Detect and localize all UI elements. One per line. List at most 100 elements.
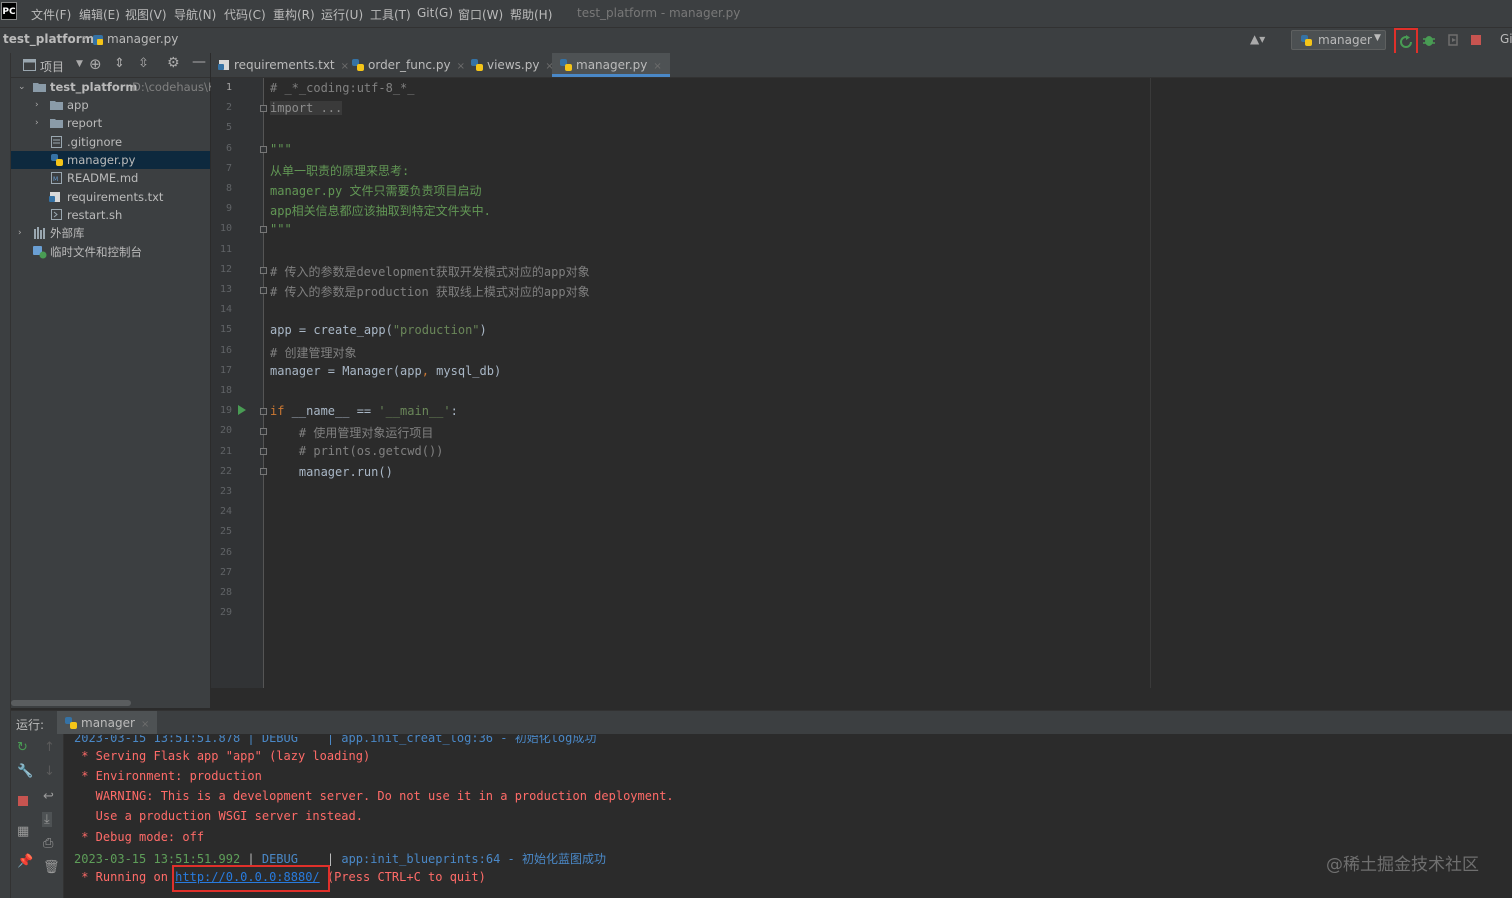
- coverage-icon[interactable]: [1446, 33, 1460, 47]
- git-label[interactable]: Gi: [1500, 32, 1512, 46]
- tree-item-requirements[interactable]: requirements.txt: [11, 188, 210, 206]
- tab-label: order_func.py: [368, 58, 451, 72]
- tree-item-scratches[interactable]: 临时文件和控制台: [11, 243, 210, 261]
- chevron-down-icon: ⌄: [18, 82, 26, 92]
- wrench-icon[interactable]: 🔧: [17, 764, 33, 779]
- line-number: 12: [219, 264, 232, 275]
- tree-item-gitignore[interactable]: .gitignore: [11, 133, 210, 151]
- pin-icon[interactable]: 📌: [17, 854, 33, 869]
- project-icon: [23, 59, 36, 71]
- tab-label: views.py: [487, 58, 540, 72]
- tree-item-report[interactable]: › report: [11, 114, 210, 132]
- soft-wrap-icon[interactable]: ↩: [43, 789, 54, 804]
- run-toolbar-secondary: ↑ ↓ ↩ ⤓ ⎙ 🗑: [37, 734, 64, 898]
- tab-views[interactable]: views.py ×: [471, 53, 554, 77]
- menu-navigate[interactable]: 导航(N): [174, 6, 216, 23]
- menu-refactor[interactable]: 重构(R): [273, 6, 315, 23]
- python-file-icon: [93, 35, 103, 45]
- tree-item-restart-sh[interactable]: restart.sh: [11, 206, 210, 224]
- project-panel-title[interactable]: 项目: [40, 58, 64, 75]
- code-editor[interactable]: [264, 78, 1512, 688]
- debug-icon[interactable]: [1422, 33, 1436, 47]
- menu-file[interactable]: 文件(F): [31, 6, 71, 23]
- arrow-up-icon[interactable]: ↑: [44, 740, 55, 755]
- tab-order-func[interactable]: order_func.py ×: [352, 53, 465, 77]
- gear-icon[interactable]: ⚙: [167, 55, 180, 71]
- hide-icon[interactable]: —: [192, 54, 206, 70]
- tree-item-external-libs[interactable]: › 外部库: [11, 224, 210, 242]
- fold-marker[interactable]: [260, 408, 267, 415]
- close-icon[interactable]: ×: [141, 719, 149, 730]
- rerun-icon[interactable]: ↻: [17, 740, 28, 755]
- tab-manager[interactable]: manager.py ×: [552, 53, 670, 77]
- layout-icon[interactable]: ▦: [17, 824, 29, 839]
- tree-item-app[interactable]: › app: [11, 96, 210, 114]
- fold-marker[interactable]: [260, 267, 267, 274]
- navigation-bar: test_platform › manager.py ▲▾ manager ▼ …: [0, 27, 1512, 58]
- menu-tools[interactable]: 工具(T): [370, 6, 411, 23]
- run-tab-manager[interactable]: manager ×: [57, 711, 158, 735]
- locate-icon[interactable]: ⊕: [89, 55, 102, 73]
- menu-run[interactable]: 运行(U): [321, 6, 363, 23]
- tree-item-label: README.md: [67, 171, 139, 185]
- console-text: * Running on: [74, 870, 176, 884]
- console-line: * Environment: production: [74, 769, 262, 783]
- url-highlight-box: [172, 865, 330, 892]
- tree-item-label: app: [67, 98, 89, 112]
- line-number: 25: [219, 526, 232, 537]
- stop-button[interactable]: [1471, 35, 1481, 45]
- horizontal-scrollbar[interactable]: [11, 700, 131, 706]
- breadcrumb-file[interactable]: manager.py: [107, 32, 178, 46]
- fold-marker[interactable]: [260, 287, 267, 294]
- menu-git[interactable]: Git(G): [417, 6, 453, 20]
- fold-marker[interactable]: [260, 146, 267, 153]
- collapse-all-icon[interactable]: ⇳: [138, 56, 149, 71]
- chevron-right-icon: ›: [18, 228, 22, 238]
- tree-item-label: 临时文件和控制台: [50, 245, 142, 259]
- expand-all-icon[interactable]: ⇕: [114, 56, 125, 71]
- log-timestamp: 2023-03-15 13:51:51.992: [74, 852, 241, 866]
- code-line: # 传入的参数是production 获取线上模式对应的app对象: [270, 285, 590, 299]
- scroll-to-end-icon[interactable]: ⤓: [42, 812, 52, 827]
- window-title: test_platform - manager.py: [577, 6, 741, 20]
- menu-help[interactable]: 帮助(H): [510, 6, 552, 23]
- menu-view[interactable]: 视图(V): [125, 6, 167, 23]
- breadcrumb-project[interactable]: test_platform: [3, 32, 94, 46]
- fold-marker[interactable]: [260, 468, 267, 475]
- close-icon[interactable]: ×: [341, 61, 349, 72]
- project-tree: ⌄ test_platform D:\codehaus\K › app › re…: [11, 78, 215, 708]
- line-number: 26: [219, 547, 232, 558]
- tree-item-readme[interactable]: M README.md: [11, 169, 210, 187]
- fold-marker[interactable]: [260, 105, 267, 112]
- arrow-down-icon[interactable]: ↓: [44, 764, 55, 779]
- fold-marker[interactable]: [260, 448, 267, 455]
- menu-code[interactable]: 代码(C): [224, 6, 266, 23]
- code-text: :: [450, 404, 458, 418]
- chevron-down-icon[interactable]: ▼: [76, 59, 83, 69]
- print-icon[interactable]: ⎙: [43, 836, 53, 851]
- run-configuration-label: manager: [1318, 33, 1372, 47]
- line-number: 17: [219, 365, 232, 376]
- close-icon[interactable]: ×: [457, 61, 465, 72]
- fold-marker[interactable]: [260, 428, 267, 435]
- run-gutter-icon[interactable]: [238, 405, 246, 415]
- user-icon[interactable]: ▲▾: [1250, 32, 1265, 46]
- tree-root[interactable]: ⌄ test_platform D:\codehaus\K: [11, 78, 215, 96]
- line-number: 14: [219, 304, 232, 315]
- editor-tabs: requirements.txt × order_func.py × views.p…: [211, 53, 1512, 78]
- console-line: * Debug mode: off: [74, 830, 205, 844]
- menu-window[interactable]: 窗口(W): [458, 6, 503, 23]
- stop-icon[interactable]: [18, 796, 28, 806]
- line-number: 8: [225, 183, 232, 194]
- run-tab-label: manager: [81, 716, 135, 730]
- tree-item-manager-py[interactable]: manager.py: [11, 151, 210, 169]
- fold-marker[interactable]: [260, 226, 267, 233]
- close-icon[interactable]: ×: [653, 61, 661, 72]
- code-line: manager.py 文件只需要负责项目启动: [270, 184, 482, 198]
- folded-region[interactable]: ...: [313, 101, 343, 115]
- menu-edit[interactable]: 编辑(E): [79, 6, 120, 23]
- trash-icon[interactable]: 🗑: [43, 860, 60, 875]
- code-keyword: if: [270, 404, 285, 418]
- run-configuration-select[interactable]: manager ▼: [1291, 30, 1386, 50]
- tab-requirements[interactable]: requirements.txt ×: [218, 53, 349, 77]
